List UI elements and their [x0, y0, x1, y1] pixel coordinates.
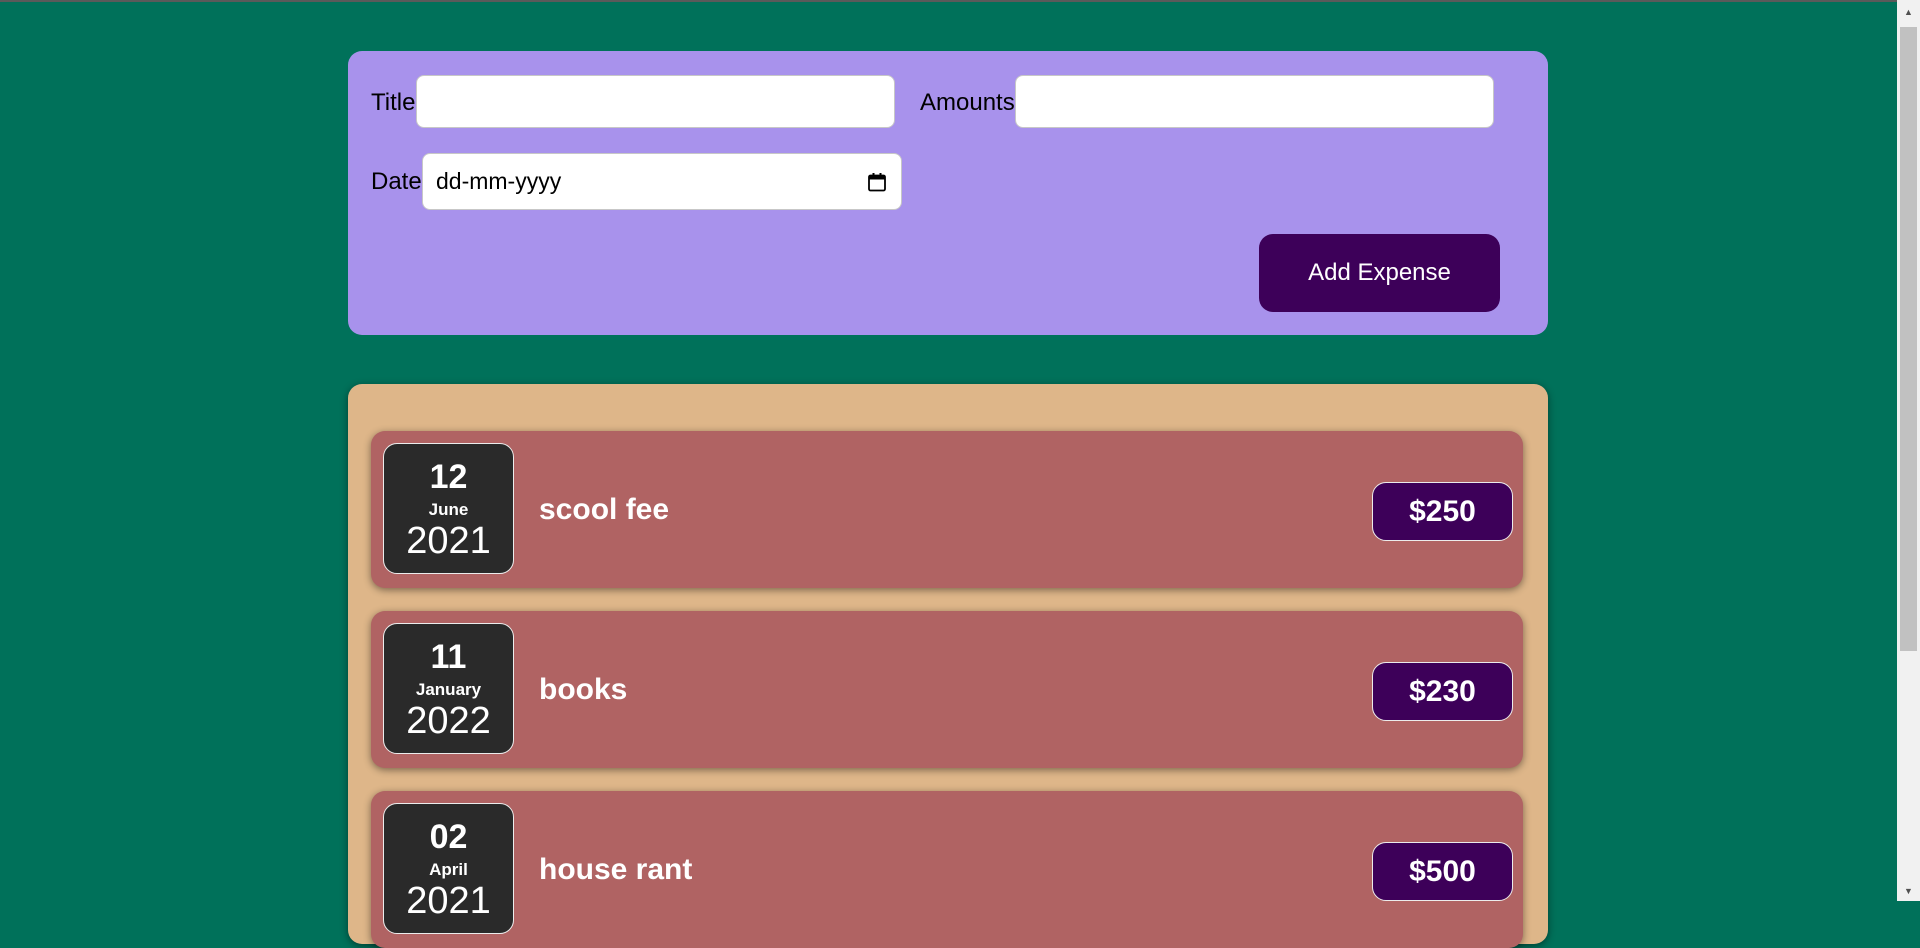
date-input[interactable]: dd-mm-yyyy — [422, 153, 902, 210]
expense-year: 2022 — [406, 700, 491, 742]
expense-item[interactable]: 11 January 2022 books $230 — [371, 611, 1523, 768]
expense-month: June — [428, 500, 469, 519]
expense-amount: $230 — [1372, 662, 1513, 721]
expense-title: books — [539, 672, 628, 706]
expense-item[interactable]: 12 June 2021 scool fee $250 — [371, 431, 1523, 588]
expense-day: 02 — [429, 818, 468, 856]
expense-day: 11 — [430, 638, 467, 676]
date-placeholder: dd-mm-yyyy — [436, 168, 562, 194]
vertical-scrollbar[interactable]: ▲ ▼ — [1897, 0, 1920, 901]
expense-month: April — [429, 860, 468, 879]
expense-title: scool fee — [539, 492, 670, 526]
expense-date: 02 April 2021 — [383, 803, 514, 934]
date-label: Date — [371, 168, 422, 195]
expense-amount: $250 — [1372, 482, 1513, 541]
expense-amount: $500 — [1372, 842, 1513, 901]
expense-list: 12 June 2021 scool fee $250 11 January 2… — [348, 384, 1548, 948]
expense-form: Title Amounts Date dd-mm-yyyy Add Expens… — [348, 51, 1548, 335]
expense-year: 2021 — [406, 880, 491, 922]
title-input[interactable] — [416, 75, 895, 128]
expense-title: house rant — [539, 852, 693, 886]
expense-year: 2021 — [406, 520, 491, 562]
scrollbar-thumb[interactable] — [1900, 27, 1917, 651]
add-expense-button[interactable]: Add Expense — [1259, 234, 1500, 312]
expense-date: 11 January 2022 — [383, 623, 514, 754]
expense-month: January — [415, 680, 482, 699]
scroll-down-arrow-icon[interactable]: ▼ — [1897, 881, 1920, 901]
amount-input[interactable] — [1015, 75, 1494, 128]
expense-date: 12 June 2021 — [383, 443, 514, 574]
calendar-icon[interactable] — [867, 172, 887, 192]
window-top-border — [0, 0, 1920, 2]
scroll-up-arrow-icon[interactable]: ▲ — [1897, 2, 1920, 22]
amount-label: Amounts — [920, 89, 1015, 116]
expense-item[interactable]: 02 April 2021 house rant $500 — [371, 791, 1523, 948]
title-label: Title — [371, 89, 416, 116]
expense-day: 12 — [429, 458, 468, 496]
